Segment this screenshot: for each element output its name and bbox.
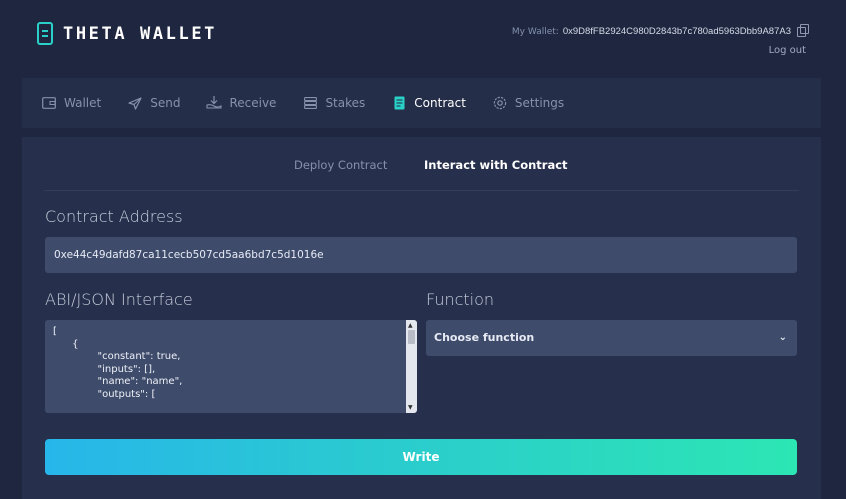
logout-link[interactable]: Log out (769, 45, 806, 56)
send-icon (127, 96, 143, 110)
nav-item-stakes[interactable]: Stakes (302, 96, 365, 110)
write-button[interactable]: Write (45, 439, 797, 475)
nav-item-receive[interactable]: Receive (206, 96, 276, 110)
stakes-icon (302, 96, 318, 110)
theta-logo-icon (37, 22, 53, 45)
nav-label-receive: Receive (229, 96, 277, 110)
contract-subtabs: Deploy Contract Interact with Contract (44, 137, 799, 191)
settings-icon (492, 96, 508, 110)
function-select-value: Choose function (434, 331, 535, 344)
scroll-up-arrow-icon[interactable]: ▲ (408, 322, 413, 329)
contract-panel: Deploy Contract Interact with Contract C… (22, 137, 821, 499)
logo-text: THETA WALLET (63, 23, 218, 44)
abi-scrollbar[interactable]: ▲ ▼ (406, 320, 417, 413)
logo: THETA WALLET (37, 22, 217, 45)
wallet-address: 0x9D8fFB2924C980D2843b7c780ad5963Dbb9A87… (562, 26, 791, 37)
nav-label-settings: Settings (514, 96, 565, 110)
function-select[interactable]: Choose function ⌄ (426, 320, 797, 356)
scroll-down-arrow-icon[interactable]: ▼ (408, 404, 413, 411)
nav-item-settings[interactable]: Settings (492, 96, 564, 110)
contract-address-label: Contract Address (45, 207, 183, 226)
contract-icon (391, 96, 407, 110)
receive-icon (206, 96, 223, 110)
nav-label-stakes: Stakes (325, 96, 366, 110)
abi-text: [ { "constant": true, "inputs": [], "nam… (53, 326, 183, 400)
copy-icon[interactable] (797, 23, 809, 37)
nav-label-contract: Contract (414, 96, 466, 110)
chevron-down-icon: ⌄ (778, 332, 787, 343)
nav-item-contract[interactable]: Contract (391, 96, 466, 110)
wallet-icon (41, 96, 57, 110)
nav-item-send[interactable]: Send (127, 96, 180, 110)
main-nav: Wallet Send Receive Stakes Contract Sett… (22, 78, 821, 128)
abi-label: ABI/JSON Interface (45, 290, 193, 309)
abi-textarea[interactable]: [ { "constant": true, "inputs": [], "nam… (45, 320, 417, 413)
contract-address-input[interactable]: 0xe44c49dafd87ca11cecb507cd5aa6bd7c5d101… (45, 237, 797, 273)
nav-item-wallet[interactable]: Wallet (41, 96, 101, 110)
scroll-thumb[interactable] (408, 330, 415, 344)
header: THETA WALLET My Wallet: 0x9D8fFB2924C980… (0, 0, 846, 78)
tab-deploy-contract[interactable]: Deploy Contract (294, 158, 387, 172)
function-label: Function (426, 290, 495, 309)
nav-label-wallet: Wallet (64, 96, 102, 110)
tab-interact-contract[interactable]: Interact with Contract (424, 158, 568, 172)
wallet-info: My Wallet: 0x9D8fFB2924C980D2843b7c780ad… (511, 23, 809, 37)
nav-label-send: Send (150, 96, 181, 110)
wallet-label: My Wallet: (511, 26, 559, 37)
